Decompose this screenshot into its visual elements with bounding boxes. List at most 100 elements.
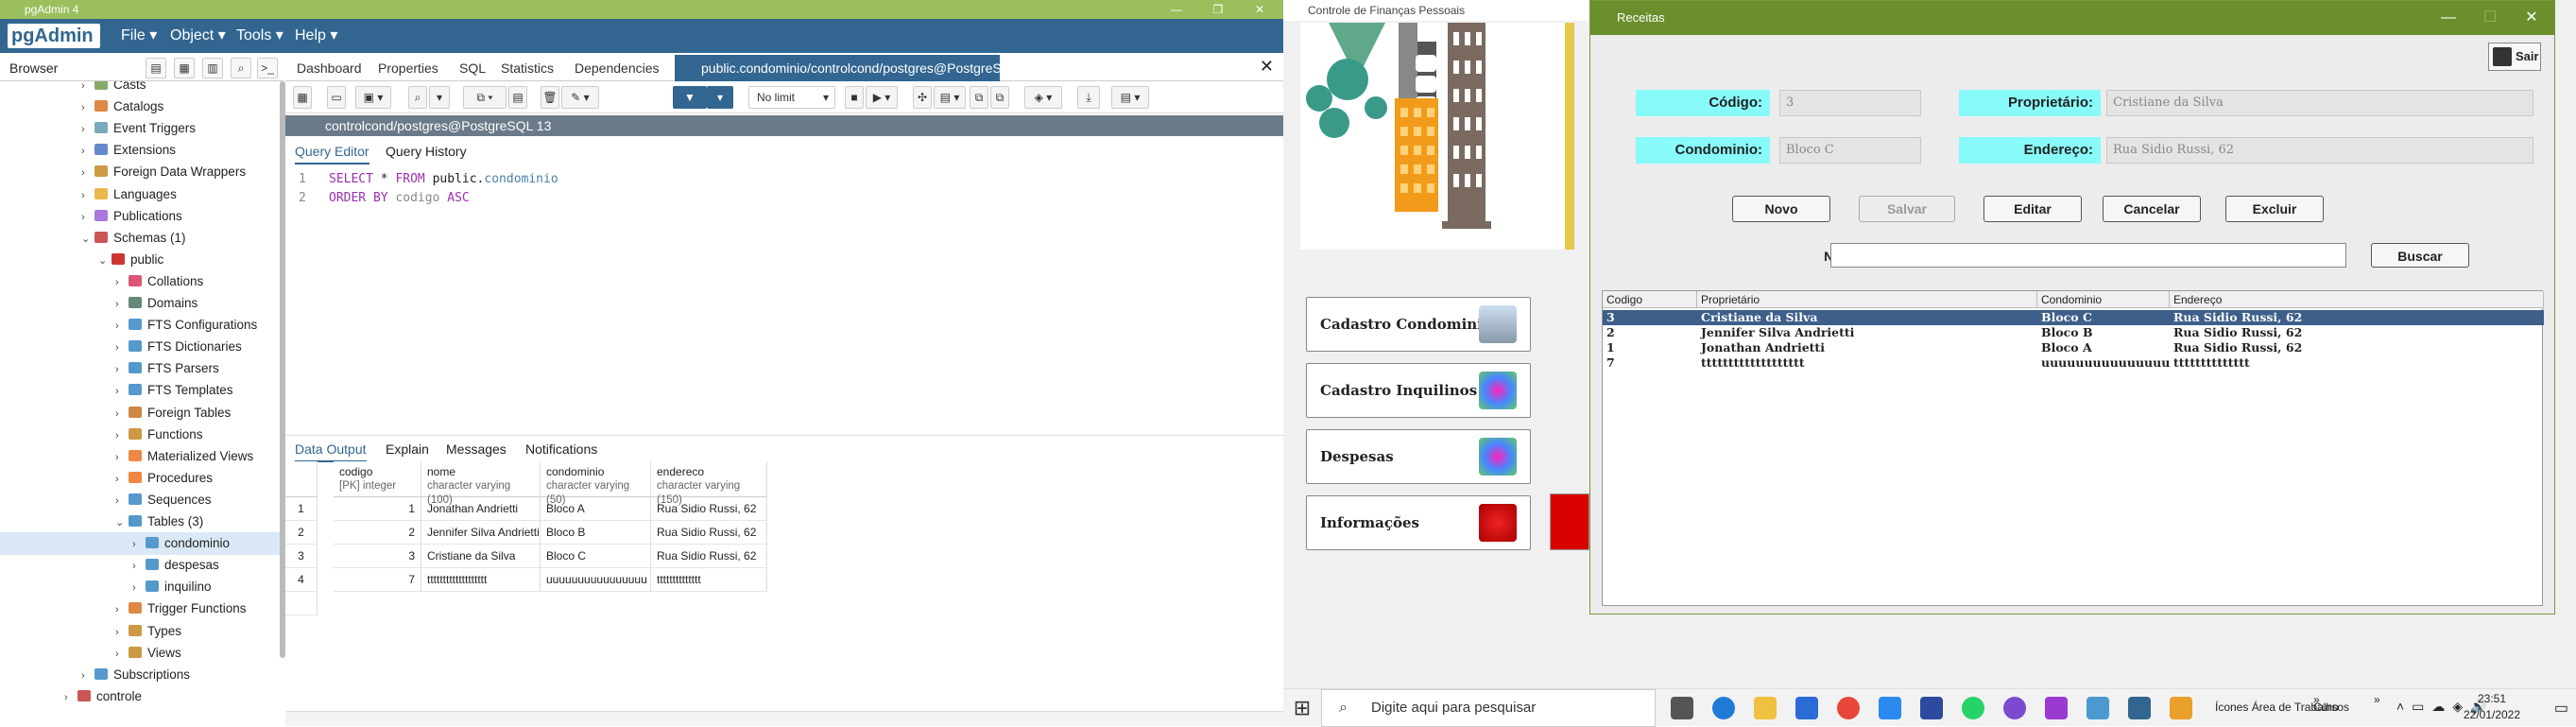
table-row[interactable]: 3 Cristiane da Silva Bloco C Rua Sidio Russ… — [1603, 310, 2544, 325]
close-tab-icon[interactable]: ✕ — [1260, 57, 1274, 77]
chevron-right-icon[interactable]: › — [115, 446, 129, 469]
grid-header-codigo[interactable]: codigo [PK] integer — [334, 461, 421, 497]
tree-item[interactable]: › FTS Dictionaries — [0, 336, 280, 358]
windows-start-icon[interactable]: ⊞ — [1283, 689, 1321, 727]
grid-cell-codigo[interactable]: 3 — [334, 545, 421, 568]
tree-item[interactable]: › controle — [0, 685, 280, 708]
menu-file[interactable]: File ▾ — [121, 19, 157, 53]
grid-corner[interactable] — [285, 461, 318, 497]
chevron-right-icon[interactable]: › — [115, 380, 129, 403]
tree-item[interactable]: › Languages — [0, 183, 280, 206]
tree-item[interactable]: › FTS Configurations — [0, 314, 280, 337]
chevron-right-icon[interactable]: › — [115, 403, 129, 425]
sql-editor[interactable]: 1 SELECT * FROM public.condominio 2 ORDE… — [285, 164, 1283, 429]
editar-button[interactable]: Editar — [1984, 196, 2082, 222]
chevron-right-icon[interactable]: › — [81, 665, 94, 687]
chevron-right-icon[interactable]: › — [115, 490, 129, 512]
tree-item[interactable]: › Event Triggers — [0, 117, 280, 140]
sair-button[interactable]: Sair — [2488, 43, 2541, 71]
chevron-right-icon[interactable]: › — [81, 206, 94, 229]
psql-tool-icon[interactable]: >_ — [257, 58, 278, 78]
tree-item[interactable]: › Publications — [0, 205, 280, 228]
codigo-field[interactable]: 3 — [1779, 90, 1921, 116]
folder-icon[interactable]: ▭ — [327, 86, 346, 109]
grid-cell-condominio[interactable]: Bloco C — [541, 545, 651, 568]
tab-dashboard[interactable]: Dashboard — [297, 55, 362, 81]
outlook-icon[interactable] — [1920, 697, 1943, 719]
copy-icon[interactable]: ⧉ ▾ — [463, 86, 507, 109]
save-icon[interactable]: ▣ ▾ — [355, 86, 391, 109]
chevron-right-icon[interactable]: › — [115, 468, 129, 491]
row-number[interactable]: 1 — [285, 497, 318, 521]
tree-item[interactable]: › Subscriptions — [0, 664, 280, 686]
grid-cell-nome[interactable]: Jonathan Andrietti — [421, 497, 541, 521]
search-icon[interactable]: ⌕ — [231, 58, 251, 78]
tree-item[interactable]: › Views — [0, 642, 280, 665]
chevron-right-icon[interactable]: › — [81, 118, 94, 141]
tree-item[interactable]: › Trigger Functions — [0, 597, 280, 620]
row-number[interactable]: 4 — [285, 568, 318, 592]
endereco-field[interactable]: Rua Sidio Russi, 62 — [2106, 137, 2533, 164]
grid-header-condominio[interactable]: condominio character varying (50) — [541, 461, 651, 506]
grid-header-endereco[interactable]: endereco character varying (150) — [651, 461, 767, 506]
tab-dependencies[interactable]: Dependencies — [575, 55, 660, 81]
zoom-icon[interactable] — [1879, 697, 1901, 719]
tab-query-history[interactable]: Query History — [386, 138, 467, 164]
tree-item[interactable]: › Materialized Views — [0, 445, 280, 468]
maximize-icon[interactable]: ❐ — [1204, 0, 1232, 19]
proprietario-field[interactable]: Cristiane da Silva — [2106, 90, 2533, 116]
discord-icon[interactable] — [2003, 697, 2026, 719]
empty-row[interactable] — [285, 592, 318, 615]
tab-statistics[interactable]: Statistics — [501, 55, 554, 81]
chevron-right-icon[interactable]: › — [115, 598, 129, 621]
macros-icon[interactable]: ▤ ▾ — [1111, 86, 1149, 109]
download-icon[interactable]: ⤓ — [1077, 86, 1100, 109]
tray-cursos[interactable]: Cursos — [2313, 701, 2349, 714]
tree-item[interactable]: › Types — [0, 620, 280, 643]
filter-dropdown-icon[interactable]: ▾ — [707, 86, 733, 109]
grid-cell-endereco[interactable]: tttttttttttttt — [651, 568, 767, 592]
grid-cell-condominio[interactable]: uuuuuuuuuuuuuuuu — [541, 568, 651, 592]
find-icon[interactable]: ⌕ — [408, 86, 427, 109]
tree-item[interactable]: › Catalogs — [0, 95, 280, 118]
chevron-down-icon[interactable]: ⌄ — [81, 228, 94, 251]
grid-cell-condominio[interactable]: Bloco A — [541, 497, 651, 521]
chevron-right-icon[interactable]: › — [132, 577, 146, 599]
novo-button[interactable]: Novo — [1732, 196, 1830, 222]
filter-icon[interactable]: ▼ — [673, 86, 707, 109]
col-endereco[interactable]: Endereço — [2170, 291, 2544, 308]
grid-cell-nome[interactable]: Cristiane da Silva — [421, 545, 541, 568]
tab-data-output[interactable]: Data Output — [295, 436, 367, 462]
task-view-icon[interactable] — [1671, 697, 1693, 719]
chevron-right-icon[interactable]: › — [132, 555, 146, 578]
java-app-icon[interactable] — [2170, 697, 2192, 719]
tree-item[interactable]: ⌄ Tables (3) — [0, 511, 280, 533]
condominio-field[interactable]: Bloco C — [1779, 137, 1921, 164]
informacoes-button[interactable]: Informações — [1306, 495, 1531, 550]
explain-icon[interactable]: ✣ — [913, 86, 932, 109]
menu-object[interactable]: Object ▾ — [170, 19, 226, 53]
tree-item[interactable]: ⌄ Schemas (1) — [0, 227, 280, 250]
chevron-right-icon[interactable]: › — [81, 96, 94, 119]
open-file-icon[interactable]: ▦ — [293, 86, 312, 109]
row-number[interactable]: 2 — [285, 521, 318, 545]
chevron-down-icon[interactable]: ⌄ — [115, 511, 129, 534]
whatsapp-icon[interactable] — [1962, 697, 1984, 719]
tree-item[interactable]: › FTS Parsers — [0, 357, 280, 380]
tree-item[interactable]: › despesas — [0, 554, 280, 577]
notifications-icon[interactable]: ▭ — [2554, 699, 2568, 718]
paste-icon[interactable]: ▤ — [508, 86, 527, 109]
menu-tools[interactable]: Tools ▾ — [236, 19, 283, 53]
commit-icon[interactable]: ⧉ — [970, 86, 988, 109]
chevron-right-icon[interactable]: › — [115, 271, 129, 294]
tree-item[interactable]: › FTS Templates — [0, 379, 280, 402]
chevron-right-icon[interactable]: › — [81, 140, 94, 163]
file-explorer-icon[interactable] — [1754, 697, 1777, 719]
tree-item[interactable]: › Procedures — [0, 467, 280, 490]
grid-header-nome[interactable]: nome character varying (100) — [421, 461, 541, 506]
excluir-button[interactable]: Excluir — [2225, 196, 2324, 222]
tab-properties[interactable]: Properties — [378, 55, 438, 81]
table-row[interactable]: 2 Jennifer Silva Andrietti Bloco B Rua Sidi… — [1603, 325, 2544, 340]
grid-cell-codigo[interactable]: 1 — [334, 497, 421, 521]
menu-help[interactable]: Help ▾ — [295, 19, 337, 53]
